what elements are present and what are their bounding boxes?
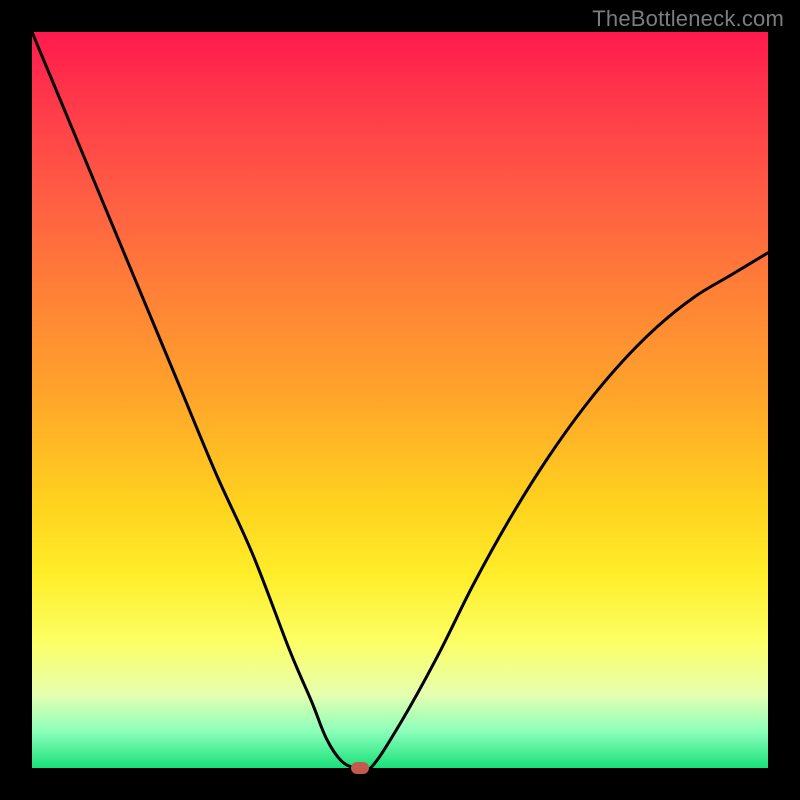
bottleneck-curve (32, 32, 768, 768)
optimal-marker (351, 762, 369, 774)
watermark-text: TheBottleneck.com (592, 6, 784, 32)
chart-frame: TheBottleneck.com (0, 0, 800, 800)
plot-area (32, 32, 768, 768)
curve-svg (32, 32, 768, 768)
